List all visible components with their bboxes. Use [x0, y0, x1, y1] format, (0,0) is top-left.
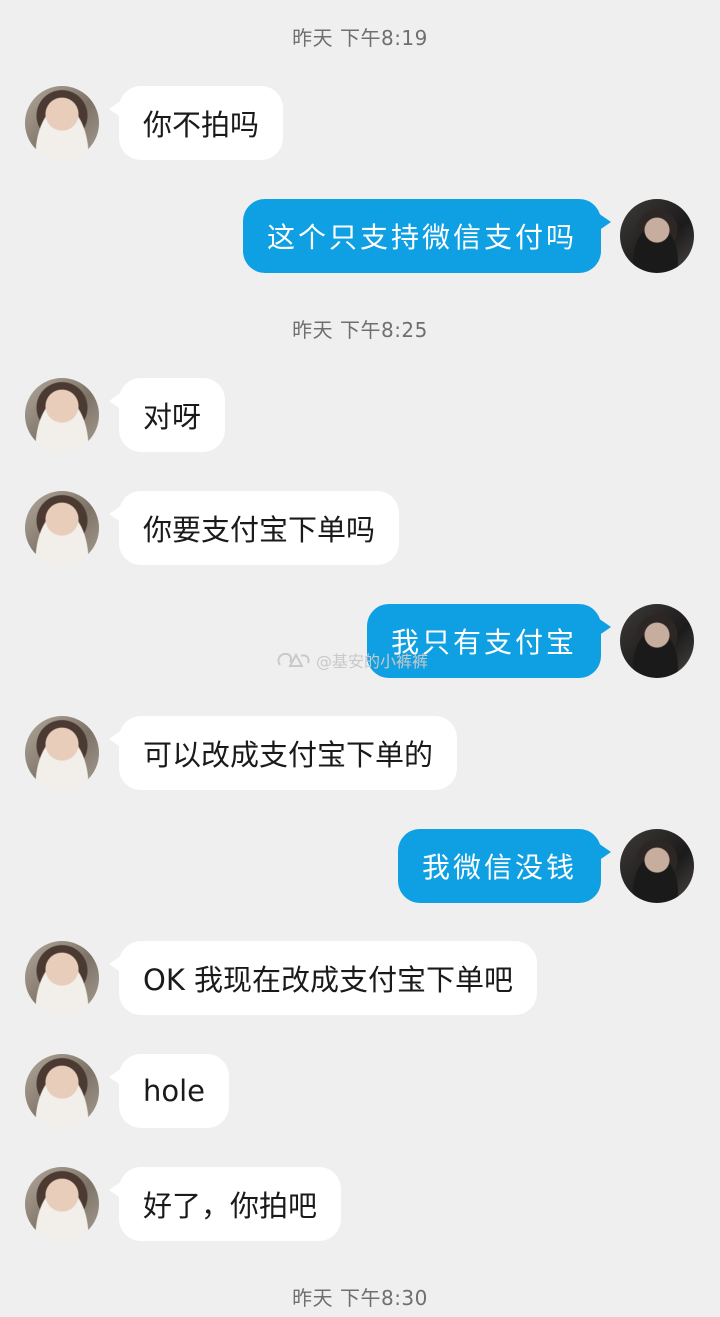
watermark: @基安的小裤裤 [274, 648, 428, 672]
contact-avatar[interactable] [25, 378, 99, 452]
my-avatar[interactable] [620, 199, 694, 273]
contact-avatar[interactable] [25, 86, 99, 160]
contact-avatar[interactable] [25, 1167, 99, 1241]
my-avatar[interactable] [620, 604, 694, 678]
timestamp: 昨天 下午8:25 [292, 318, 428, 342]
received-message-bubble[interactable]: OK 我现在改成支付宝下单吧 [108, 941, 538, 1015]
received-message-bubble[interactable]: 好了，你拍吧 [108, 1167, 342, 1241]
contact-avatar[interactable] [25, 716, 99, 790]
contact-avatar[interactable] [25, 491, 99, 565]
timestamp: 昨天 下午8:19 [292, 26, 428, 50]
timestamp: 昨天 下午8:30 [292, 1286, 428, 1310]
received-message-bubble[interactable]: 可以改成支付宝下单的 [108, 716, 458, 790]
weibo-logo-icon [277, 652, 310, 667]
received-message-bubble[interactable]: hole [108, 1054, 230, 1128]
sent-message-bubble[interactable]: 这个只支持微信支付吗 [242, 199, 612, 273]
sent-message-bubble[interactable]: 我微信没钱 [397, 829, 612, 903]
contact-avatar[interactable] [25, 941, 99, 1015]
contact-avatar[interactable] [25, 1054, 99, 1128]
watermark-text: @基安的小裤裤 [316, 652, 429, 671]
my-avatar[interactable] [620, 829, 694, 903]
received-message-bubble[interactable]: 对呀 [108, 378, 226, 452]
received-message-bubble[interactable]: 你要支付宝下单吗 [108, 491, 400, 565]
received-message-bubble[interactable]: 你不拍吗 [108, 86, 284, 160]
